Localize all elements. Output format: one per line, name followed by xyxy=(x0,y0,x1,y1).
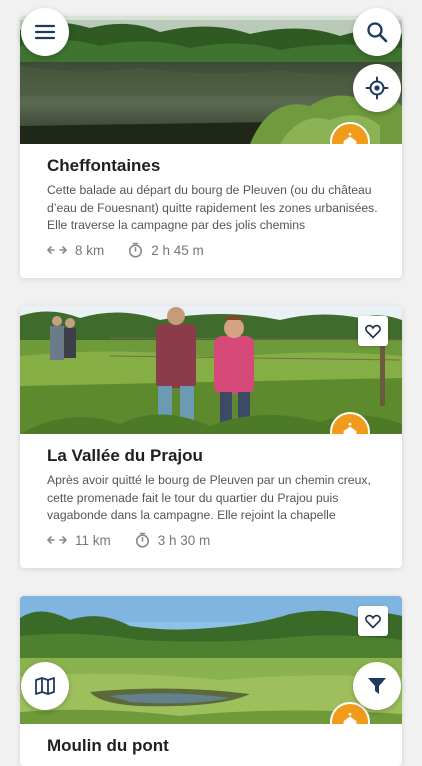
trail-card[interactable]: La Vallée du Prajou Après avoir quitté l… xyxy=(20,306,402,568)
trail-title[interactable]: Moulin du pont xyxy=(47,736,169,756)
filter-button[interactable] xyxy=(353,662,401,710)
trail-title[interactable]: La Vallée du Prajou xyxy=(47,446,203,466)
trail-distance: 8 km xyxy=(75,242,105,258)
trail-meta: 8 km 2 h 45 m xyxy=(47,242,228,258)
stopwatch-icon xyxy=(129,242,143,258)
trail-photo xyxy=(20,16,402,144)
trail-description: Cette balade au départ du bourg de Pleuv… xyxy=(47,183,378,232)
heart-icon xyxy=(365,324,381,339)
distance-arrows-icon xyxy=(47,246,67,254)
map-button[interactable] xyxy=(21,662,69,710)
favorite-button[interactable] xyxy=(358,316,388,346)
heart-icon xyxy=(365,614,381,629)
trail-description: Après avoir quitté le bourg de Pleuven p… xyxy=(47,473,371,522)
trail-meta: 11 km 3 h 30 m xyxy=(47,532,234,548)
search-button[interactable] xyxy=(353,8,401,56)
filter-icon xyxy=(368,678,386,694)
menu-button[interactable] xyxy=(21,8,69,56)
locate-button[interactable] xyxy=(353,64,401,112)
menu-icon xyxy=(34,24,56,40)
favorite-button[interactable] xyxy=(358,606,388,636)
trail-duration: 3 h 30 m xyxy=(157,532,211,548)
trail-card[interactable]: Moulin du pont xyxy=(20,596,402,766)
trail-title[interactable]: Cheffontaines xyxy=(47,156,160,176)
trail-card[interactable]: Cheffontaines Cette balade au départ du … xyxy=(20,16,402,278)
stopwatch-icon xyxy=(135,532,149,548)
trail-distance: 11 km xyxy=(75,532,111,548)
locate-icon xyxy=(365,76,389,100)
map-icon xyxy=(35,677,55,695)
trail-duration: 2 h 45 m xyxy=(151,242,204,258)
trail-photo xyxy=(20,596,402,724)
distance-arrows-icon xyxy=(47,536,67,544)
trail-photo xyxy=(20,306,402,434)
search-icon xyxy=(367,22,388,43)
